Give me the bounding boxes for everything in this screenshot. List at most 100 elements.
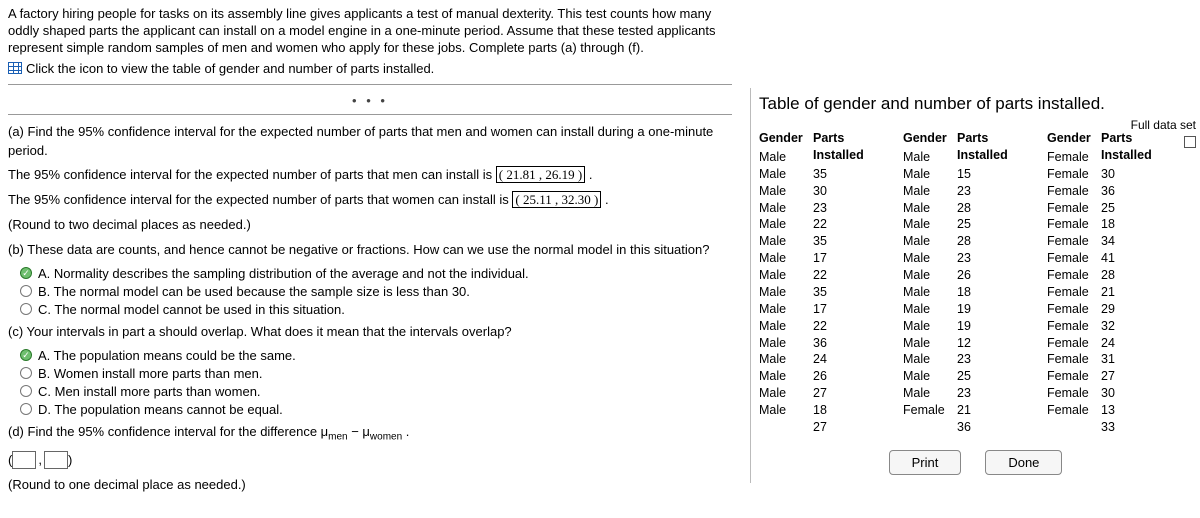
table-buttons: Print Done [759, 450, 1192, 475]
table-link[interactable]: Click the icon to view the table of gend… [8, 61, 732, 76]
divider [8, 114, 732, 115]
table-cell: Male [759, 351, 813, 368]
part-c-prompt: (c) Your intervals in part a should over… [8, 323, 732, 342]
table-cell: 28 [1101, 267, 1177, 284]
table-cell: Male [903, 216, 957, 233]
table-cell: 31 [1101, 351, 1177, 368]
radio-icon [20, 267, 32, 279]
part-a-women-pre: The 95% confidence interval for the expe… [8, 192, 512, 207]
table-cell: Female [1047, 284, 1101, 301]
table-cell: Male [903, 318, 957, 335]
part-d-inputs: (,) [8, 451, 732, 470]
table-title: Table of gender and number of parts inst… [759, 94, 1192, 114]
col-header: Parts Installed [1101, 130, 1177, 164]
part-d-suffix: . [402, 424, 409, 439]
part-a-prompt: (a) Find the 95% confidence interval for… [8, 123, 732, 161]
table-cell: 27 [1101, 368, 1177, 385]
col-header: Gender [759, 130, 813, 147]
part-a-men-pre: The 95% confidence interval for the expe… [8, 167, 496, 182]
table-cell: 34 [1101, 233, 1177, 250]
option-c-b[interactable]: B. Women install more parts than men. [20, 366, 732, 381]
table-cell: Male [903, 267, 957, 284]
table-cell: 27 [813, 385, 889, 402]
table-cell: Male [903, 301, 957, 318]
table-cell: 28 [957, 233, 1033, 250]
d-lower-input[interactable] [12, 451, 36, 469]
table-cell: 22 [813, 216, 889, 233]
option-c-d[interactable]: D. The population means cannot be equal. [20, 402, 732, 417]
radio-icon [20, 285, 32, 297]
done-button[interactable]: Done [985, 450, 1062, 475]
col-header: Gender [1047, 130, 1101, 147]
table-cell: 18 [813, 402, 889, 419]
table-cell: Male [759, 200, 813, 217]
table-cell: 30 [1101, 385, 1177, 402]
table-cell: 33 [1101, 419, 1177, 436]
table-cell: Male [759, 166, 813, 183]
table-cell: Male [759, 368, 813, 385]
table-cell: 22 [813, 267, 889, 284]
table-cell: 25 [957, 216, 1033, 233]
radio-icon [20, 367, 32, 379]
table-cell: Male [759, 216, 813, 233]
table-cell: 13 [1101, 402, 1177, 419]
table-cell: Male [903, 385, 957, 402]
part-a-men: The 95% confidence interval for the expe… [8, 166, 732, 185]
table-cell: Female [903, 402, 957, 419]
table-cell: 21 [957, 402, 1033, 419]
radio-icon [20, 303, 32, 315]
table-cell: 23 [957, 351, 1033, 368]
table-cell: 29 [1101, 301, 1177, 318]
option-label: D. The population means cannot be equal. [38, 402, 283, 417]
table-cell: Male [903, 166, 957, 183]
option-b-a[interactable]: A. Normality describes the sampling dist… [20, 266, 732, 281]
option-b-c[interactable]: C. The normal model cannot be used in th… [20, 302, 732, 317]
d-upper-input[interactable] [44, 451, 68, 469]
table-cell: 23 [957, 385, 1033, 402]
table-cell: 26 [957, 267, 1033, 284]
part-b-options: A. Normality describes the sampling dist… [20, 266, 732, 317]
option-label: A. Normality describes the sampling dist… [38, 266, 529, 281]
table-cell: Male [903, 233, 957, 250]
table-cell: 17 [813, 250, 889, 267]
table-cell: Female [1047, 200, 1101, 217]
copy-icon[interactable] [1184, 136, 1196, 148]
table-cell: Male [759, 233, 813, 250]
full-data-link[interactable]: Full data set [1131, 118, 1196, 132]
table-cell: 25 [1101, 200, 1177, 217]
col-header: Gender [903, 130, 957, 147]
table-cell: Male [903, 351, 957, 368]
table-cell: Male [759, 402, 813, 419]
table-cell: 19 [957, 318, 1033, 335]
table-cell: Male [759, 335, 813, 352]
part-b-prompt: (b) These data are counts, and hence can… [8, 241, 732, 260]
table-cell: 18 [1101, 216, 1177, 233]
option-c-c[interactable]: C. Men install more parts than women. [20, 384, 732, 399]
part-b-text: These data are counts, and hence cannot … [27, 242, 709, 257]
table-cell: Male [759, 318, 813, 335]
table-cell: Female [1047, 149, 1101, 166]
option-label: A. The population means could be the sam… [38, 348, 296, 363]
table-cell: Female [1047, 368, 1101, 385]
table-cell: Male [759, 267, 813, 284]
table-cell: 32 [1101, 318, 1177, 335]
table-cell: Female [1047, 166, 1101, 183]
table-cell: 12 [957, 335, 1033, 352]
option-b-b[interactable]: B. The normal model can be used because … [20, 284, 732, 299]
table-cell: 18 [957, 284, 1033, 301]
table-cell: Male [759, 385, 813, 402]
data-col-1: GenderMaleMaleMaleMaleMaleMaleMaleMaleMa… [759, 130, 889, 436]
sub-women: women [370, 431, 402, 442]
table-cell: Male [759, 149, 813, 166]
table-cell: 24 [813, 351, 889, 368]
intro-text: A factory hiring people for tasks on its… [8, 6, 732, 57]
data-columns: GenderMaleMaleMaleMaleMaleMaleMaleMaleMa… [759, 130, 1192, 436]
sub-men: men [328, 431, 347, 442]
part-c-options: A. The population means could be the sam… [20, 348, 732, 417]
table-cell: Male [903, 200, 957, 217]
print-button[interactable]: Print [889, 450, 962, 475]
table-cell: 23 [813, 200, 889, 217]
option-c-a[interactable]: A. The population means could be the sam… [20, 348, 732, 363]
part-d-mid: − μ [348, 424, 370, 439]
data-col-3: GenderFemaleFemaleFemaleFemaleFemaleFema… [1047, 130, 1177, 436]
